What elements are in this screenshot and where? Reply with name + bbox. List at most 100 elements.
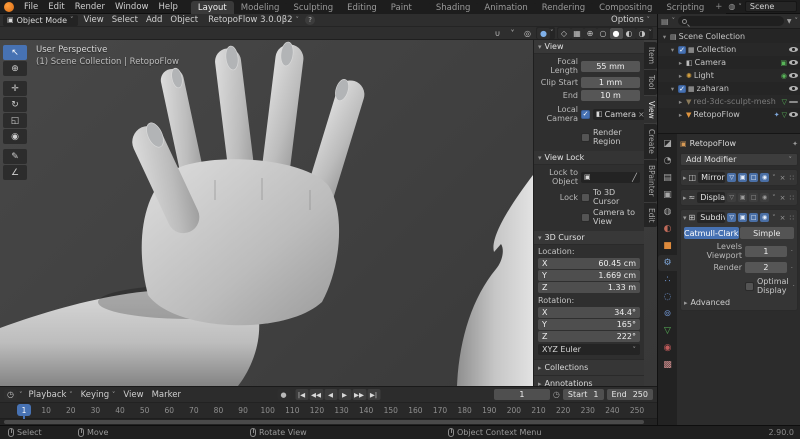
cursor-location-y-field[interactable]: Y1.669 cm [538, 270, 640, 281]
animate-dot-icon[interactable]: · [790, 264, 794, 272]
scale-tool[interactable]: ◱ [3, 113, 27, 128]
solid-shading-icon[interactable]: ● [610, 28, 623, 39]
annotate-tool[interactable]: ✎ [3, 149, 27, 164]
properties-tab-render[interactable]: ◔ [658, 153, 677, 169]
cursor-rotation-x-field[interactable]: X34.4° [538, 307, 640, 318]
rendered-shading-icon[interactable]: ◑ [636, 28, 649, 39]
editor-type-icon[interactable]: ▤ [661, 17, 669, 26]
end-frame-field[interactable]: End 250 [607, 389, 653, 400]
sidebar-tab-item[interactable]: Item [644, 42, 657, 69]
scrollbar-thumb[interactable] [4, 420, 644, 424]
timeline-menu-playback[interactable]: Playback ˅ [25, 390, 77, 400]
overlays-icon[interactable]: ▦ [571, 28, 584, 39]
workspace-tab-layout[interactable]: Layout [191, 1, 234, 14]
show-gizmo-icon[interactable]: ◇ [558, 28, 571, 39]
sidebar-tab-edit[interactable]: Edit [644, 203, 657, 228]
transform-tool[interactable]: ◉ [3, 129, 27, 144]
properties-tab-view-layer[interactable]: ▣ [658, 187, 677, 203]
menu-render[interactable]: Render [70, 2, 110, 12]
scene-browse-dropdown[interactable]: ˅ [738, 3, 742, 11]
modifier-toggle-1[interactable]: ▣ [738, 173, 747, 182]
expand-open-icon[interactable]: ▾ [661, 33, 668, 41]
workspace-tab-shading[interactable]: Shading [429, 1, 478, 14]
expand-open-icon[interactable]: ▾ [683, 214, 687, 222]
levels-viewport-field[interactable]: 1 [745, 246, 787, 257]
timeline-menu-view[interactable]: View [119, 390, 147, 400]
eye-open-icon[interactable] [789, 60, 798, 65]
rotation-order-dropdown[interactable]: XYZ Euler ˅ [538, 344, 640, 355]
options-menu[interactable]: Options ˅ [607, 15, 654, 25]
timeline-menu-marker[interactable]: Marker [148, 390, 185, 400]
expand-closed-icon[interactable]: ▸ [677, 111, 684, 119]
properties-tab-material[interactable]: ◉ [658, 340, 677, 356]
outliner-row-zaharan[interactable]: ▾✓▦zaharan [658, 82, 800, 95]
expand-closed-icon[interactable]: ▸ [677, 98, 684, 106]
modifier-toggle-3[interactable]: ◉ [760, 193, 769, 202]
collection-checkbox[interactable]: ✓ [678, 46, 686, 54]
modifier-header-subdivision[interactable]: ▾⊞Subdivision▽▣□◉˅×∷ [681, 210, 797, 225]
sidebar-tab-create[interactable]: Create [644, 124, 657, 159]
collection-checkbox[interactable]: ✓ [678, 85, 686, 93]
sidebar-tab-tool[interactable]: Tool [644, 70, 657, 95]
play-reverse-button[interactable]: ◀ [324, 389, 337, 400]
chevron-down-icon[interactable]: ˅ [771, 214, 777, 222]
menu-file[interactable]: File [19, 2, 43, 12]
mode-selector[interactable]: ▣ Object Mode ˅ [3, 15, 78, 26]
current-frame-field[interactable]: 1 [494, 389, 550, 400]
modifier-toggle-1[interactable]: ▣ [738, 193, 747, 202]
properties-tab-texture[interactable]: ▩ [658, 357, 677, 373]
modifier-header-mirror[interactable]: ▸◫Mirror▽▣□◉˅×∷ [681, 170, 797, 185]
workspace-tab-rendering[interactable]: Rendering [535, 1, 592, 14]
end-field[interactable]: 10 m [581, 90, 640, 101]
modifier-toggle-2[interactable]: □ [749, 173, 758, 182]
modifier-toggle-3[interactable]: ◉ [760, 173, 769, 182]
auto-keying-button[interactable]: ● [277, 389, 290, 400]
properties-tab-tool[interactable]: ◪ [658, 136, 677, 152]
outliner-row-collection[interactable]: ▾✓▦Collection [658, 43, 800, 56]
algorithm-simple[interactable]: Simple [740, 227, 795, 239]
view-lock-panel-header[interactable]: ▾ View Lock [534, 151, 644, 165]
outliner-row-retopoflow[interactable]: ▸▼RetopoFlow✦▽ [658, 108, 800, 121]
properties-tab-particles[interactable]: ∴ [658, 272, 677, 288]
eye-open-icon[interactable] [789, 112, 798, 117]
viewport-menu-add[interactable]: Add [142, 15, 166, 25]
expand-open-icon[interactable]: ▾ [669, 46, 676, 54]
expand-open-icon[interactable]: ▾ [669, 85, 676, 93]
modifier-toggle-0[interactable]: ▽ [727, 193, 736, 202]
chevron-down-icon[interactable]: ˅ [771, 174, 777, 182]
modifier-name-field[interactable]: Mirror [698, 172, 725, 183]
filter-icon[interactable]: ▼ [787, 18, 792, 25]
xray-icon[interactable]: ⊕ [584, 28, 597, 39]
drag-dots-icon[interactable]: ∷ [789, 214, 795, 222]
shading-dropdown[interactable]: ˅ [649, 29, 653, 37]
move-tool[interactable]: ✛ [3, 81, 27, 96]
rotate-tool[interactable]: ↻ [3, 97, 27, 112]
play-button[interactable]: ▶ [338, 389, 351, 400]
workspace-tab-animation[interactable]: Animation [477, 1, 534, 14]
viewport-3d[interactable]: User Perspective (1) Scene Collection | … [0, 40, 657, 386]
expand-closed-icon[interactable]: ▸ [683, 174, 687, 182]
panel-header-collections[interactable]: ▸Collections [534, 359, 644, 375]
timeline-menu-keying[interactable]: Keying ˅ [77, 390, 120, 400]
previous-keyframe-button[interactable]: ◀◀ [309, 389, 323, 400]
snap-magnet-icon[interactable]: ∪ [491, 28, 504, 39]
blender-logo-icon[interactable] [4, 2, 14, 12]
animate-dot-icon[interactable]: · [792, 282, 796, 290]
modifier-name-field[interactable]: Displace [697, 192, 725, 203]
outliner-search-input[interactable] [678, 16, 784, 26]
eye-open-icon[interactable] [789, 73, 798, 78]
viewport-menu-select[interactable]: Select [108, 15, 142, 25]
jump-to-end-button[interactable]: ▶| [367, 389, 380, 400]
properties-tab-object-data[interactable]: ▽ [658, 323, 677, 339]
modifier-toggle-2[interactable]: □ [749, 193, 758, 202]
local-camera-field[interactable]: ◧ Camera × [593, 109, 644, 120]
workspace-tab-texture-paint[interactable]: Texture Paint [384, 0, 429, 14]
outliner-row-camera[interactable]: ▸◧Camera▣ [658, 56, 800, 69]
algorithm-catmull-clark[interactable]: Catmull-Clark [684, 227, 739, 239]
properties-tab-object[interactable]: ■ [658, 238, 677, 254]
modifier-toggle-2[interactable]: □ [749, 213, 758, 222]
timeline-ruler[interactable]: 1 10203040506070809010011012013014015016… [0, 403, 657, 419]
modifier-header-displace[interactable]: ▸≈Displace▽▣□◉˅×∷ [681, 190, 797, 205]
properties-tab-scene[interactable]: ◍ [658, 204, 677, 220]
playhead-marker[interactable]: 1 [17, 404, 31, 416]
